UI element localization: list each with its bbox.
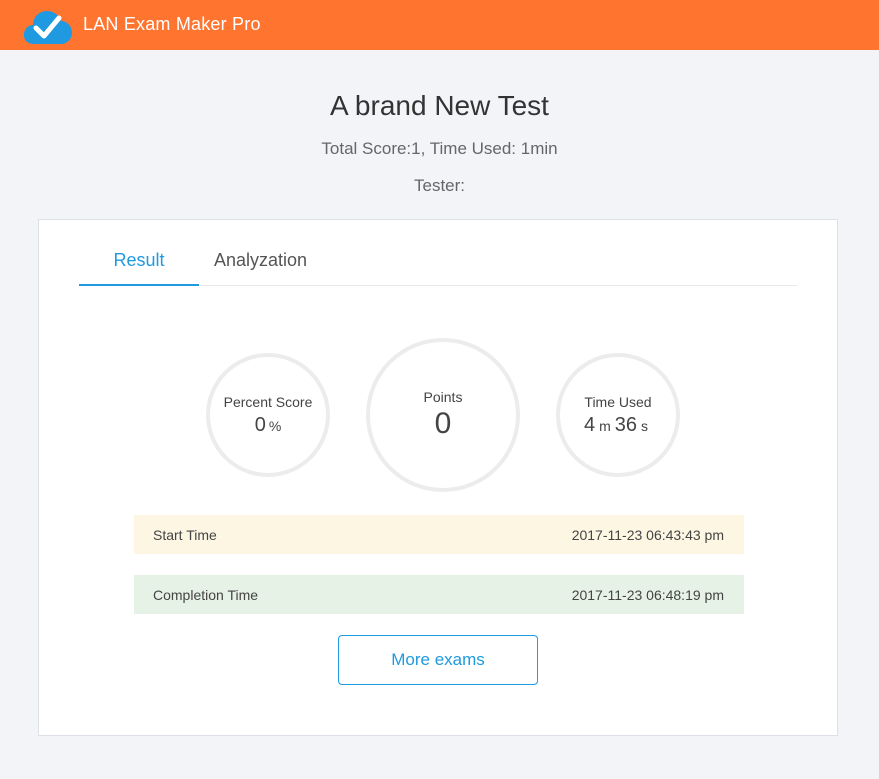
completion-time-label: Completion Time (153, 586, 259, 603)
percent-score-value: 0 (254, 413, 266, 436)
time-seconds: 36 (614, 413, 638, 436)
more-exams-button[interactable]: More exams (338, 635, 538, 685)
points-label: Points (423, 389, 463, 405)
percent-unit: % (268, 417, 282, 434)
tab-analyzation[interactable]: Analyzation (214, 250, 334, 286)
completion-time-value: 2017-11-23 06:48:19 pm (571, 586, 724, 603)
tab-result[interactable]: Result (79, 250, 199, 286)
top-bar: LAN Exam Maker Pro (0, 0, 879, 50)
time-used-label: Time Used (584, 393, 652, 410)
points-circle: Points 0 (366, 338, 520, 492)
points-value: 0 (434, 407, 452, 440)
cloud-check-icon (22, 6, 74, 46)
percent-score-label: Percent Score (223, 393, 313, 410)
time-used-circle: Time Used 4 m 36 s (556, 353, 680, 477)
test-title: A brand New Test (330, 90, 549, 121)
score-summary: Total Score:1, Time Used: 1min (321, 139, 558, 158)
start-time-value: 2017-11-23 06:43:43 pm (571, 526, 724, 543)
percent-score-circle: Percent Score 0% (206, 353, 330, 477)
time-minutes-unit: m (599, 417, 611, 434)
start-time-label: Start Time (153, 526, 217, 543)
percent-score-value-group: 0% (255, 414, 282, 437)
time-used-value-group: 4 m 36 s (584, 414, 652, 437)
tester-label: Tester: (413, 176, 466, 195)
completion-time-row: Completion Time 2017-11-23 06:48:19 pm (134, 575, 744, 614)
app-title: LAN Exam Maker Pro (83, 14, 261, 34)
start-time-row: Start Time 2017-11-23 06:43:43 pm (134, 515, 744, 554)
time-minutes: 4 (583, 413, 596, 436)
result-card: Result Analyzation Percent Score 0% Poin… (38, 219, 838, 736)
time-seconds-unit: s (641, 417, 649, 434)
tab-bar: Result Analyzation (79, 244, 797, 286)
